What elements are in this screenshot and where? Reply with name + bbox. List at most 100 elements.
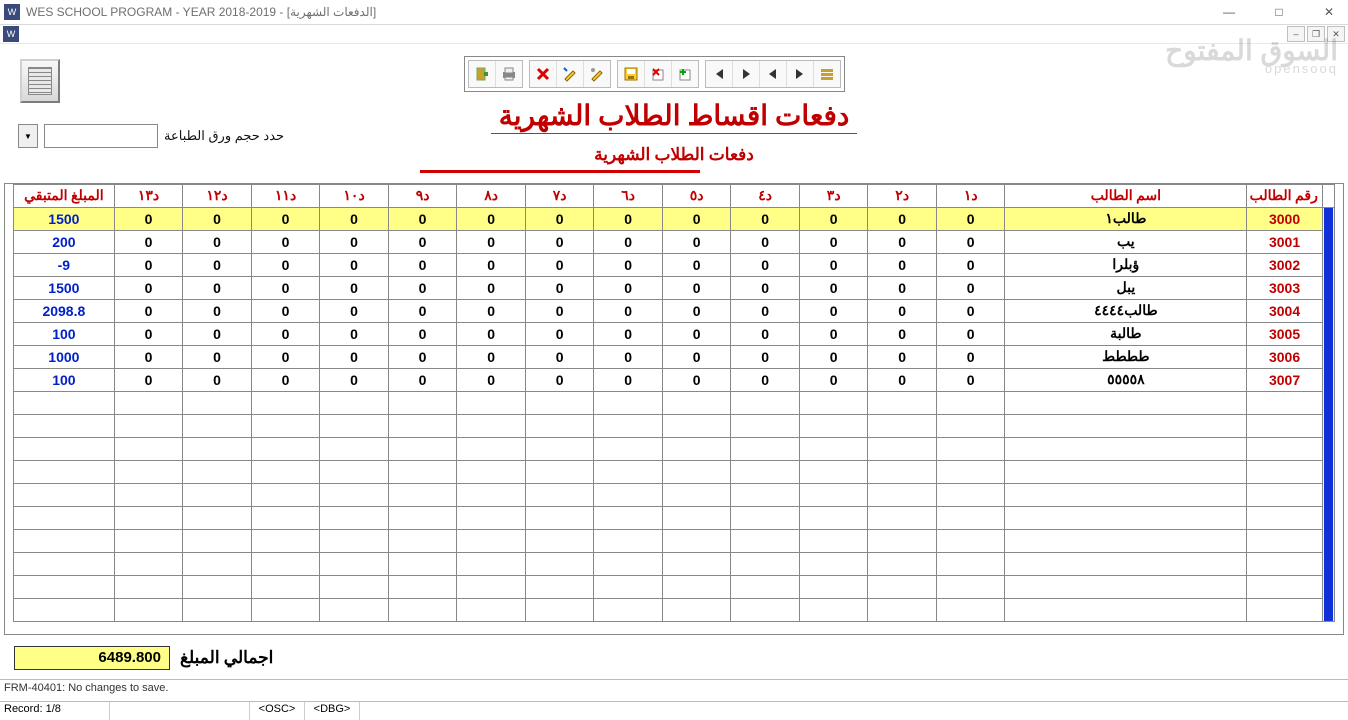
cell-d7[interactable]: 0 [525,231,594,254]
cell-d9[interactable]: 0 [388,300,457,323]
edit-button[interactable] [556,61,583,87]
cell-d2[interactable]: 0 [868,208,937,231]
cell-empty[interactable] [525,415,594,438]
exit-button[interactable] [469,61,495,87]
cell-empty[interactable] [662,553,731,576]
cell-empty[interactable] [936,576,1005,599]
next-record-button[interactable] [732,61,759,87]
cell-d2[interactable]: 0 [868,300,937,323]
cell-d3[interactable]: 0 [799,323,868,346]
cell-d11[interactable]: 0 [251,369,320,392]
maximize-button[interactable]: □ [1264,5,1294,19]
cell-empty[interactable] [251,599,320,622]
cell-empty[interactable] [936,461,1005,484]
cell-d12[interactable]: 0 [183,231,252,254]
cell-d8[interactable]: 0 [457,346,526,369]
cell-empty[interactable] [183,599,252,622]
cell-empty[interactable] [183,576,252,599]
cell-empty[interactable] [731,530,800,553]
cell-empty[interactable] [525,461,594,484]
cell-empty[interactable] [868,553,937,576]
cell-empty[interactable] [525,599,594,622]
cell-d12[interactable]: 0 [183,277,252,300]
cell-empty[interactable] [1247,576,1323,599]
cell-empty[interactable] [799,392,868,415]
table-row[interactable]: -90000000000000ؤبلرا3002 [14,254,1335,277]
cell-empty[interactable] [388,599,457,622]
cell-empty[interactable] [457,553,526,576]
cell-empty[interactable] [1247,484,1323,507]
cell-balance[interactable]: 1500 [14,208,115,231]
cell-empty[interactable] [388,415,457,438]
cell-empty[interactable] [114,507,183,530]
cell-empty[interactable] [1247,392,1323,415]
cell-empty[interactable] [868,438,937,461]
cell-empty[interactable] [1005,576,1247,599]
cell-balance[interactable]: -9 [14,254,115,277]
cell-student-id[interactable]: 3001 [1247,231,1323,254]
cell-d5[interactable]: 0 [662,323,731,346]
cell-balance[interactable]: 2098.8 [14,300,115,323]
cell-d13[interactable]: 0 [114,231,183,254]
cell-d10[interactable]: 0 [320,323,389,346]
cell-empty[interactable] [662,461,731,484]
mdi-close-button[interactable]: ✕ [1327,26,1345,42]
cell-empty[interactable] [868,507,937,530]
cell-d10[interactable]: 0 [320,300,389,323]
cell-empty[interactable] [251,484,320,507]
cell-empty[interactable] [251,415,320,438]
vertical-scrollbar[interactable] [1322,208,1334,622]
cell-d13[interactable]: 0 [114,208,183,231]
cell-d11[interactable]: 0 [251,323,320,346]
table-row-empty[interactable] [14,553,1335,576]
cell-empty[interactable] [731,461,800,484]
table-row-empty[interactable] [14,576,1335,599]
cell-empty[interactable] [320,530,389,553]
cell-d8[interactable]: 0 [457,323,526,346]
table-row-empty[interactable] [14,392,1335,415]
minimize-button[interactable]: — [1214,5,1244,19]
last-record-button[interactable] [786,61,813,87]
cell-empty[interactable] [936,484,1005,507]
cell-empty[interactable] [662,507,731,530]
cell-d3[interactable]: 0 [799,231,868,254]
cell-empty[interactable] [662,484,731,507]
cell-d2[interactable]: 0 [868,254,937,277]
table-row-empty[interactable] [14,507,1335,530]
cell-d3[interactable]: 0 [799,208,868,231]
cell-empty[interactable] [1005,438,1247,461]
cell-d13[interactable]: 0 [114,277,183,300]
cell-empty[interactable] [594,438,663,461]
cell-d6[interactable]: 0 [594,231,663,254]
cell-student-name[interactable]: طططط [1005,346,1247,369]
cell-d12[interactable]: 0 [183,208,252,231]
cell-empty[interactable] [251,576,320,599]
cell-balance[interactable]: 100 [14,323,115,346]
cell-d8[interactable]: 0 [457,277,526,300]
cell-d13[interactable]: 0 [114,323,183,346]
cell-empty[interactable] [457,599,526,622]
cell-empty[interactable] [936,415,1005,438]
cell-d4[interactable]: 0 [731,300,800,323]
cell-empty[interactable] [936,553,1005,576]
cell-empty[interactable] [320,415,389,438]
cell-d2[interactable]: 0 [868,277,937,300]
cell-d5[interactable]: 0 [662,231,731,254]
cell-d4[interactable]: 0 [731,254,800,277]
cell-empty[interactable] [662,530,731,553]
cell-d13[interactable]: 0 [114,369,183,392]
table-row[interactable]: 15000000000000000طالب١3000 [14,208,1335,231]
cell-d11[interactable]: 0 [251,231,320,254]
cell-d3[interactable]: 0 [799,254,868,277]
cell-d8[interactable]: 0 [457,231,526,254]
cell-empty[interactable] [457,507,526,530]
cell-d12[interactable]: 0 [183,254,252,277]
cell-empty[interactable] [594,576,663,599]
cell-d2[interactable]: 0 [868,231,937,254]
cell-empty[interactable] [1005,415,1247,438]
cell-d9[interactable]: 0 [388,208,457,231]
cell-d4[interactable]: 0 [731,208,800,231]
cell-empty[interactable] [731,576,800,599]
cell-d5[interactable]: 0 [662,254,731,277]
cell-empty[interactable] [799,438,868,461]
